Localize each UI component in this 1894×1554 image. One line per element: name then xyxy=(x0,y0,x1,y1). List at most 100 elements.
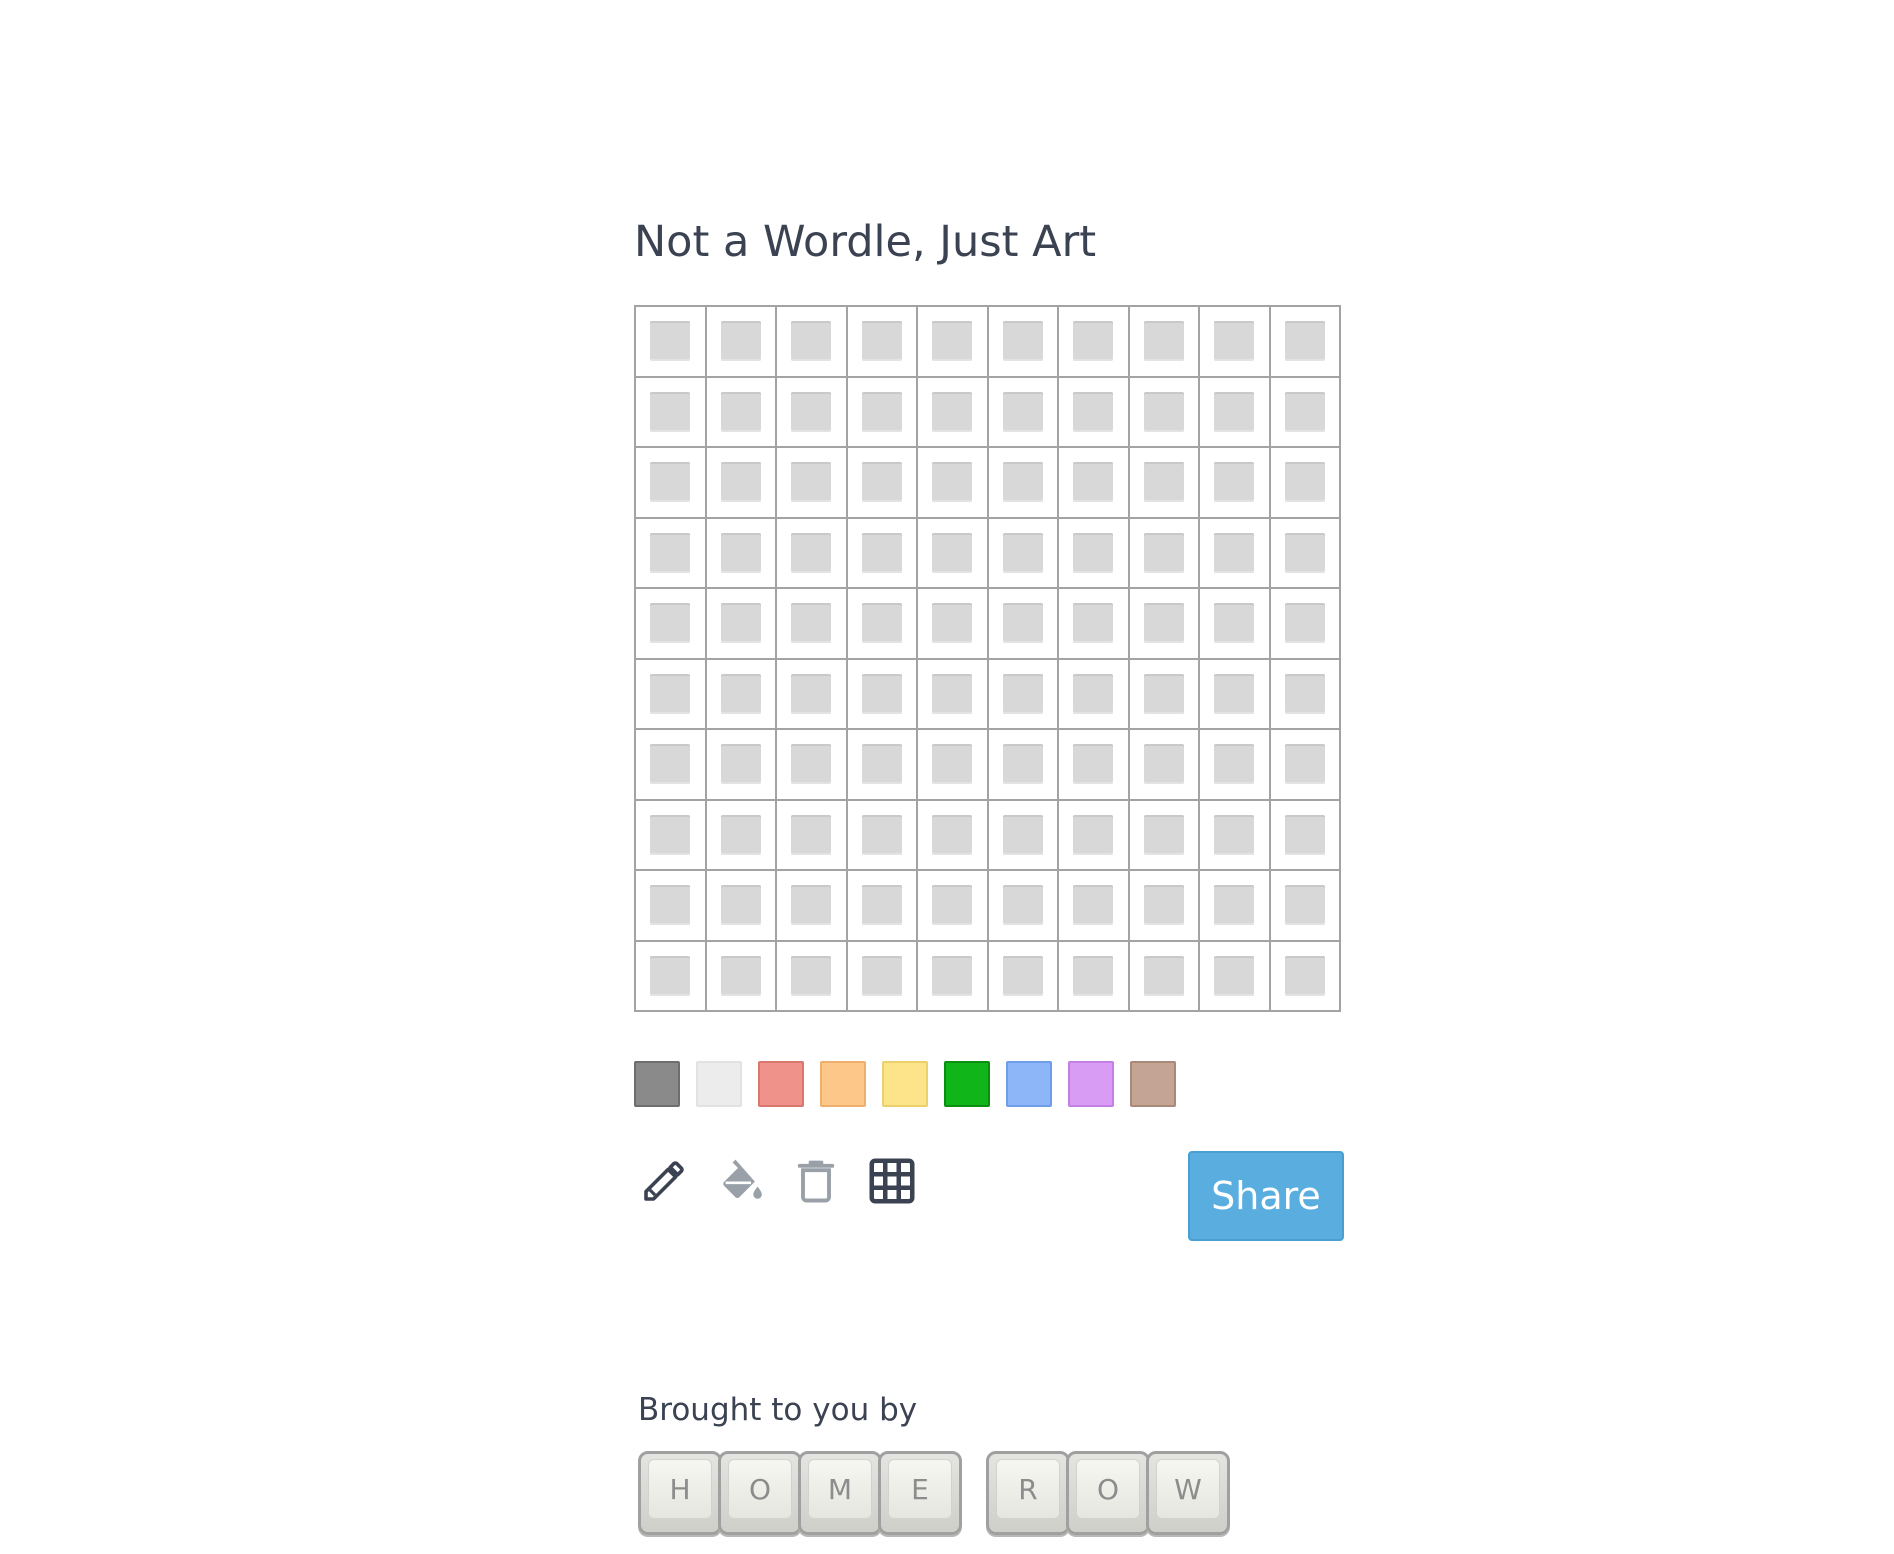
grid-cell[interactable] xyxy=(706,800,777,871)
grid-cell[interactable] xyxy=(918,589,989,660)
grid-cell[interactable] xyxy=(1129,871,1200,942)
grid-cell[interactable] xyxy=(777,941,848,1012)
grid-cell[interactable] xyxy=(636,518,707,589)
grid-cell[interactable] xyxy=(777,448,848,519)
grid-cell[interactable] xyxy=(1059,448,1130,519)
grid-cell[interactable] xyxy=(847,377,918,448)
grid-cell[interactable] xyxy=(1129,800,1200,871)
grid-cell[interactable] xyxy=(1059,518,1130,589)
grid-cell[interactable] xyxy=(777,730,848,801)
grid-cell[interactable] xyxy=(1270,659,1341,730)
grid-cell[interactable] xyxy=(1200,518,1271,589)
grid-cell[interactable] xyxy=(706,518,777,589)
grid-cell[interactable] xyxy=(706,941,777,1012)
grid-cell[interactable] xyxy=(988,307,1059,378)
grid-cell[interactable] xyxy=(988,518,1059,589)
brown-swatch[interactable] xyxy=(1130,1061,1176,1107)
grid-cell[interactable] xyxy=(706,377,777,448)
grid-cell[interactable] xyxy=(1270,589,1341,660)
grid-cell[interactable] xyxy=(1270,941,1341,1012)
grid-cell[interactable] xyxy=(847,659,918,730)
grid-cell[interactable] xyxy=(918,800,989,871)
grid-cell[interactable] xyxy=(847,941,918,1012)
toggle-grid-button[interactable] xyxy=(862,1151,922,1211)
blue-swatch[interactable] xyxy=(1006,1061,1052,1107)
purple-swatch[interactable] xyxy=(1068,1061,1114,1107)
grid-cell[interactable] xyxy=(847,730,918,801)
grid-cell[interactable] xyxy=(988,377,1059,448)
grid-cell[interactable] xyxy=(636,589,707,660)
grid-cell[interactable] xyxy=(1200,941,1271,1012)
grid-cell[interactable] xyxy=(777,871,848,942)
grid-cell[interactable] xyxy=(1270,377,1341,448)
grid-cell[interactable] xyxy=(988,448,1059,519)
grid-cell[interactable] xyxy=(706,871,777,942)
drawing-grid[interactable] xyxy=(634,305,1341,1012)
grid-cell[interactable] xyxy=(1059,377,1130,448)
white-swatch[interactable] xyxy=(696,1061,742,1107)
grid-cell[interactable] xyxy=(918,871,989,942)
grid-cell[interactable] xyxy=(988,871,1059,942)
yellow-swatch[interactable] xyxy=(882,1061,928,1107)
red-swatch[interactable] xyxy=(758,1061,804,1107)
share-button[interactable]: Share xyxy=(1188,1151,1344,1241)
grid-cell[interactable] xyxy=(777,377,848,448)
pencil-tool-button[interactable] xyxy=(634,1151,694,1211)
grid-cell[interactable] xyxy=(1059,730,1130,801)
fill-tool-button[interactable] xyxy=(710,1151,770,1211)
grid-cell[interactable] xyxy=(988,659,1059,730)
grid-cell[interactable] xyxy=(706,448,777,519)
grid-cell[interactable] xyxy=(1270,730,1341,801)
grid-cell[interactable] xyxy=(1129,941,1200,1012)
grid-cell[interactable] xyxy=(1200,448,1271,519)
grid-cell[interactable] xyxy=(1129,589,1200,660)
grid-cell[interactable] xyxy=(847,589,918,660)
grid-cell[interactable] xyxy=(777,659,848,730)
grid-cell[interactable] xyxy=(706,589,777,660)
grid-cell[interactable] xyxy=(1059,659,1130,730)
grid-cell[interactable] xyxy=(847,448,918,519)
green-swatch[interactable] xyxy=(944,1061,990,1107)
grid-cell[interactable] xyxy=(1270,307,1341,378)
grid-cell[interactable] xyxy=(1059,941,1130,1012)
grid-cell[interactable] xyxy=(1200,307,1271,378)
grid-cell[interactable] xyxy=(1200,377,1271,448)
grid-cell[interactable] xyxy=(988,730,1059,801)
grid-cell[interactable] xyxy=(1200,871,1271,942)
grid-cell[interactable] xyxy=(1129,730,1200,801)
grid-cell[interactable] xyxy=(706,659,777,730)
grid-cell[interactable] xyxy=(918,941,989,1012)
gray-swatch[interactable] xyxy=(634,1061,680,1107)
grid-cell[interactable] xyxy=(988,800,1059,871)
grid-cell[interactable] xyxy=(847,307,918,378)
grid-cell[interactable] xyxy=(777,307,848,378)
grid-cell[interactable] xyxy=(1129,377,1200,448)
grid-cell[interactable] xyxy=(988,941,1059,1012)
grid-cell[interactable] xyxy=(918,448,989,519)
grid-cell[interactable] xyxy=(1270,800,1341,871)
grid-cell[interactable] xyxy=(847,518,918,589)
grid-cell[interactable] xyxy=(1270,518,1341,589)
grid-cell[interactable] xyxy=(636,659,707,730)
grid-cell[interactable] xyxy=(636,448,707,519)
grid-cell[interactable] xyxy=(918,518,989,589)
grid-cell[interactable] xyxy=(636,307,707,378)
grid-cell[interactable] xyxy=(636,730,707,801)
grid-cell[interactable] xyxy=(918,730,989,801)
grid-cell[interactable] xyxy=(636,800,707,871)
grid-cell[interactable] xyxy=(847,871,918,942)
grid-cell[interactable] xyxy=(918,659,989,730)
grid-cell[interactable] xyxy=(1129,659,1200,730)
grid-cell[interactable] xyxy=(1129,307,1200,378)
grid-cell[interactable] xyxy=(1059,800,1130,871)
grid-cell[interactable] xyxy=(1129,448,1200,519)
grid-cell[interactable] xyxy=(918,377,989,448)
grid-cell[interactable] xyxy=(1059,589,1130,660)
grid-cell[interactable] xyxy=(1200,730,1271,801)
grid-cell[interactable] xyxy=(636,871,707,942)
grid-cell[interactable] xyxy=(636,941,707,1012)
grid-cell[interactable] xyxy=(1270,871,1341,942)
grid-cell[interactable] xyxy=(706,730,777,801)
grid-cell[interactable] xyxy=(777,800,848,871)
grid-cell[interactable] xyxy=(636,377,707,448)
